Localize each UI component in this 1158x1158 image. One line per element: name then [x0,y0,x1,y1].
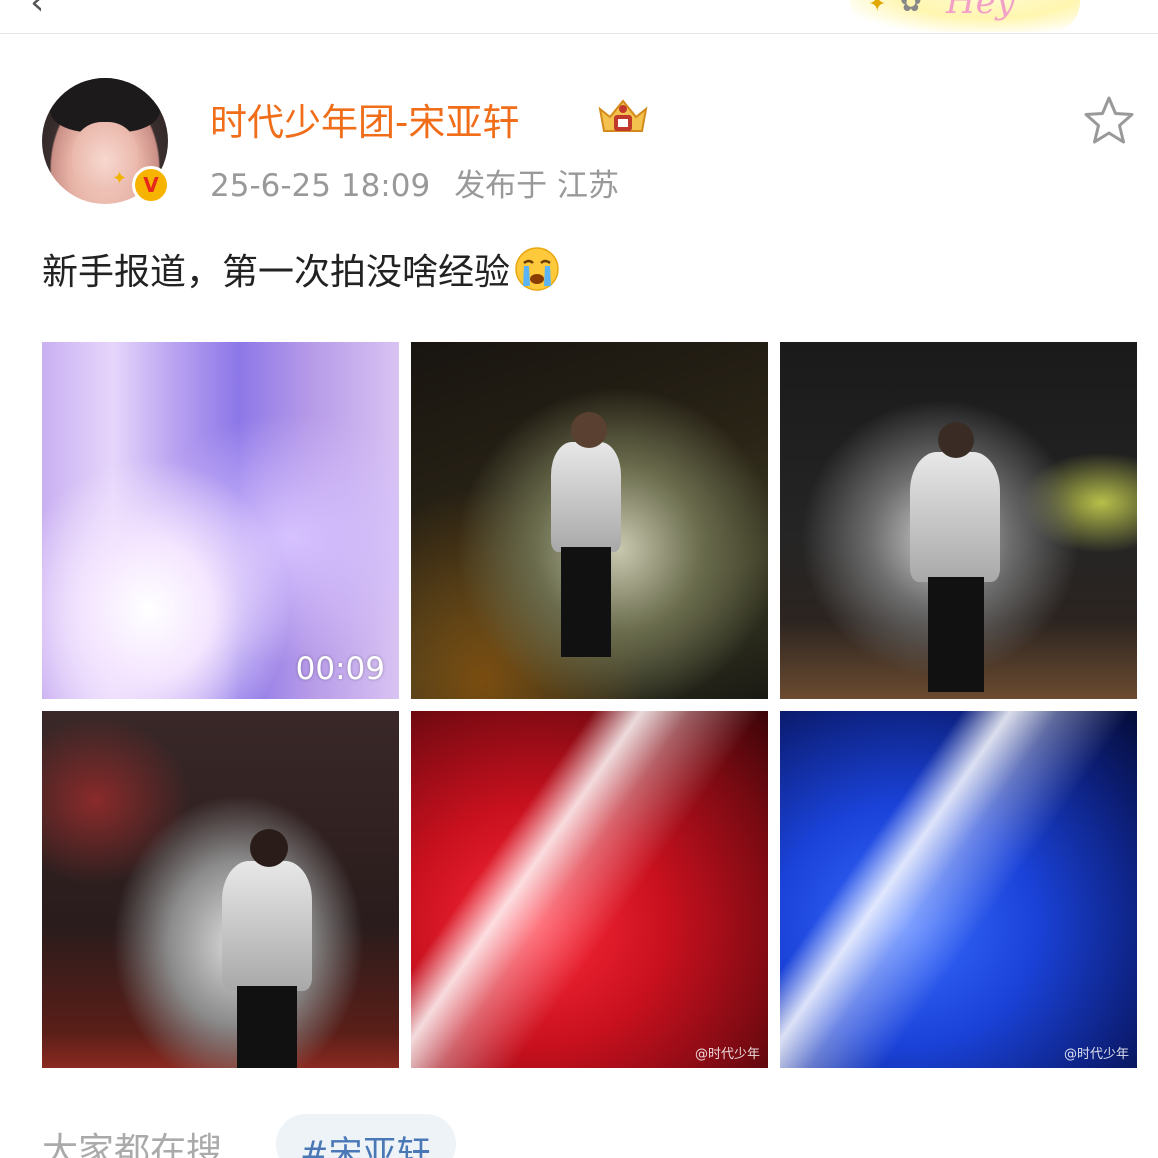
video-thumbnail[interactable]: 00:09 [42,342,399,699]
flower-icon: ✿ [900,0,922,18]
sticker-word: Hey [946,0,1015,22]
sparkle-icon: ✦ [868,0,887,17]
sparkle-icon: ✦ [112,168,128,189]
post-body: 新手报道，第一次拍没啥经验 [42,252,511,293]
hashtag-label: #宋亚轩 [300,1134,431,1158]
post-text: 新手报道，第一次拍没啥经验 [42,243,560,295]
crying-face-icon [515,247,559,291]
photo-thumbnail[interactable] [42,711,399,1068]
trending-label: 大家都在搜 [42,1131,223,1158]
photo-thumbnail[interactable]: @时代少年 [780,711,1137,1068]
watermark: @时代少年 [694,1047,760,1062]
verified-badge: V [132,166,170,204]
top-bar: ‹ ✦ ✿ Hey [0,0,1158,34]
post-meta: 25-6-25 18:09 发布于 江苏 [210,160,619,205]
post-date: 25-6-25 18:09 [210,168,431,204]
star-outline-icon[interactable] [1082,94,1136,148]
chevron-left-icon[interactable]: ‹ [30,0,44,23]
video-duration: 00:09 [295,651,385,687]
author-name[interactable]: 时代少年团-宋亚轩 [210,92,519,146]
photo-thumbnail[interactable]: @时代少年 [411,711,768,1068]
photo-thumbnail[interactable] [780,342,1137,699]
media-grid: 00:09 @时代少年 @时代少年 [42,342,1138,1068]
watermark: @时代少年 [1063,1047,1129,1062]
hashtag-chip[interactable]: #宋亚轩 [276,1114,456,1158]
photo-thumbnail[interactable] [411,342,768,699]
crown-icon [598,99,648,132]
post-location: 发布于 江苏 [454,168,620,204]
decorative-sticker: ✦ ✿ Hey [850,0,1080,32]
